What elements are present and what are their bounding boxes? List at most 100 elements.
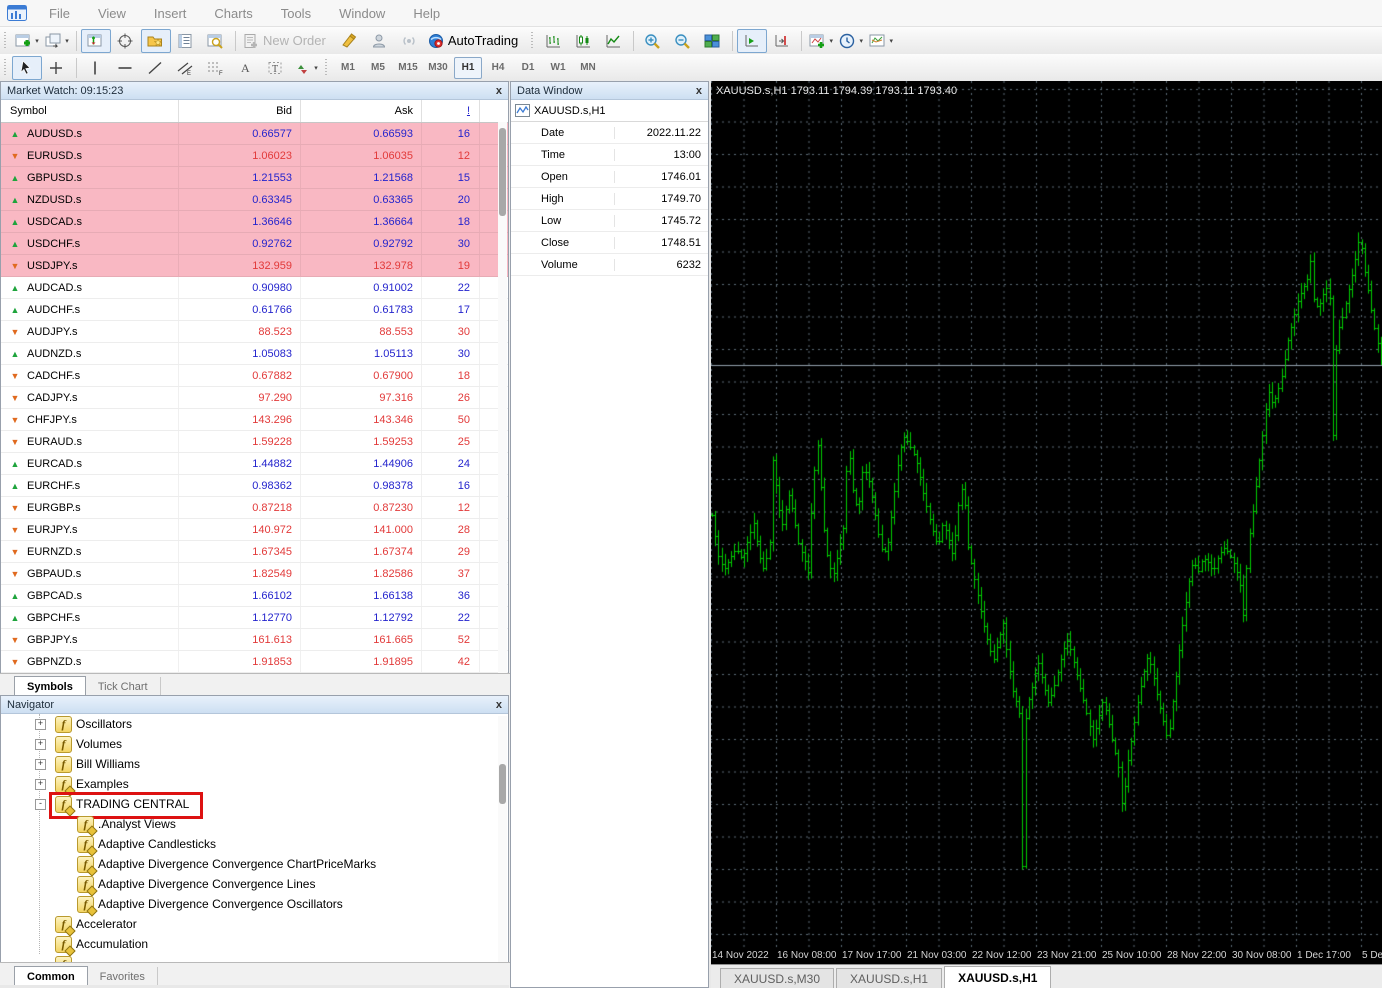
data-window-close-icon[interactable]: x xyxy=(696,85,702,97)
navigator-item[interactable]: +fExamples xyxy=(1,774,508,794)
chart-tab[interactable]: XAUUSD.s,H1 xyxy=(944,966,1051,988)
market-watch-row[interactable]: ▼CADJPY.s97.29097.31626 xyxy=(1,387,508,409)
profiles-button[interactable]: ▾ xyxy=(42,29,72,53)
market-watch-row[interactable]: ▼EURNZD.s1.673451.6737429 xyxy=(1,541,508,563)
navigator-item-label[interactable]: Adaptive Candlesticks xyxy=(98,837,216,851)
timeframe-h1-button[interactable]: H1 xyxy=(454,57,482,79)
new-order-button[interactable]: New Order xyxy=(240,29,335,53)
expand-icon[interactable]: + xyxy=(35,719,46,730)
navigator-item-label[interactable]: TRADING CENTRAL xyxy=(76,797,189,811)
navigator-close-icon[interactable]: x xyxy=(496,699,502,711)
tab-common[interactable]: Common xyxy=(14,966,88,987)
navigator-item-label[interactable]: Bill Williams xyxy=(76,757,140,771)
trendline-button[interactable] xyxy=(141,56,171,80)
chart-tab[interactable]: XAUUSD.s,M30 xyxy=(720,968,834,988)
dropdown-caret-icon[interactable]: ▾ xyxy=(65,37,69,45)
market-watch-row[interactable]: ▲GBPCHF.s1.127701.1279222 xyxy=(1,607,508,629)
vertical-line-button[interactable] xyxy=(81,56,111,80)
options-button[interactable] xyxy=(365,29,395,53)
tab-favorites[interactable]: Favorites xyxy=(88,967,158,986)
market-watch-row[interactable]: ▲AUDCHF.s0.617660.6178317 xyxy=(1,299,508,321)
text-label-button[interactable]: T xyxy=(261,56,291,80)
navigator-item[interactable]: f.Analyst Views xyxy=(1,814,508,834)
navigator-item[interactable]: +fOscillators xyxy=(1,714,508,734)
toolbar-grip[interactable] xyxy=(531,32,536,50)
autotrading-button[interactable]: AutoTrading xyxy=(425,29,527,53)
navigator-item[interactable]: +fBill Williams xyxy=(1,754,508,774)
market-watch-row[interactable]: ▼EURJPY.s140.972141.00028 xyxy=(1,519,508,541)
crosshair-button[interactable] xyxy=(42,56,72,80)
market-watch-row[interactable]: ▲AUDUSD.s0.665770.6659316 xyxy=(1,123,508,145)
menu-file[interactable]: File xyxy=(35,6,84,21)
dropdown-caret-icon[interactable]: ▾ xyxy=(859,37,863,45)
menu-tools[interactable]: Tools xyxy=(267,6,325,21)
timeframe-mn-button[interactable]: MN xyxy=(574,57,602,79)
navigator-scrollbar[interactable] xyxy=(498,716,507,962)
timeframe-m30-button[interactable]: M30 xyxy=(424,57,452,79)
chart-tab[interactable]: XAUUSD.s,H1 xyxy=(836,968,942,988)
column-header-ask[interactable]: Ask xyxy=(301,100,422,122)
new-chart-button[interactable]: ▾ xyxy=(12,29,42,53)
market-watch-row[interactable]: ▼EURAUD.s1.592281.5925325 xyxy=(1,431,508,453)
market-watch-scrollbar[interactable] xyxy=(498,122,507,674)
text-button[interactable]: A xyxy=(231,56,261,80)
new-order-label[interactable]: New Order xyxy=(263,33,326,48)
market-watch-row[interactable]: ▲USDCAD.s1.366461.3666418 xyxy=(1,211,508,233)
navigator-item[interactable]: fAccelerator xyxy=(1,914,508,934)
auto-scroll-button[interactable] xyxy=(737,29,767,53)
toolbar-grip[interactable] xyxy=(4,32,9,50)
navigator-item-label[interactable]: Examples xyxy=(76,777,129,791)
timeframe-d1-button[interactable]: D1 xyxy=(514,57,542,79)
timeframe-h4-button[interactable]: H4 xyxy=(484,57,512,79)
navigator-item[interactable]: fAdaptive Divergence Convergence ChartPr… xyxy=(1,854,508,874)
market-watch-row[interactable]: ▲NZDUSD.s0.633450.6336520 xyxy=(1,189,508,211)
market-watch-row[interactable]: ▲EURCAD.s1.448821.4490624 xyxy=(1,453,508,475)
menu-help[interactable]: Help xyxy=(399,6,454,21)
market-watch-row[interactable]: ▲AUDNZD.s1.050831.0511330 xyxy=(1,343,508,365)
navigator-item[interactable]: -fTRADING CENTRAL xyxy=(1,794,508,814)
market-watch-row[interactable]: ▲USDCHF.s0.927620.9279230 xyxy=(1,233,508,255)
expand-icon[interactable]: + xyxy=(35,759,46,770)
metaeditor-button[interactable] xyxy=(335,29,365,53)
market-watch-row[interactable]: ▲EURCHF.s0.983620.9837816 xyxy=(1,475,508,497)
market-watch-toggle-button[interactable] xyxy=(141,29,171,53)
dropdown-caret-icon[interactable]: ▾ xyxy=(35,37,39,45)
market-watch-row[interactable]: ▲GBPUSD.s1.215531.2156815 xyxy=(1,167,508,189)
timeframe-m1-button[interactable]: M1 xyxy=(334,57,362,79)
market-watch-row[interactable]: ▲AUDCAD.s0.909800.9100222 xyxy=(1,277,508,299)
timeframe-m5-button[interactable]: M5 xyxy=(364,57,392,79)
chart-window[interactable]: XAUUSD.s,H1 1793.11 1794.39 1793.11 1793… xyxy=(710,81,1382,988)
chart-shift-end-button[interactable] xyxy=(767,29,797,53)
market-watch-row[interactable]: ▼CHFJPY.s143.296143.34650 xyxy=(1,409,508,431)
navigator-item-partial[interactable]: f xyxy=(1,954,508,962)
zoom-out-button[interactable] xyxy=(668,29,698,53)
bar-chart-mode-button[interactable] xyxy=(539,29,569,53)
expand-icon[interactable]: + xyxy=(35,739,46,750)
navigator-item[interactable]: +fVolumes xyxy=(1,734,508,754)
dropdown-caret-icon[interactable]: ▾ xyxy=(314,64,318,72)
column-header-symbol[interactable]: Symbol xyxy=(1,100,179,122)
collapse-icon[interactable]: - xyxy=(35,799,46,810)
chart-time-axis[interactable]: 14 Nov 202216 Nov 08:0017 Nov 17:0021 No… xyxy=(710,948,1382,964)
sounds-button[interactable] xyxy=(395,29,425,53)
market-watch-row[interactable]: ▼EURUSD.s1.060231.0603512 xyxy=(1,145,508,167)
market-watch-row[interactable]: ▼CADCHF.s0.678820.6790018 xyxy=(1,365,508,387)
market-watch-row[interactable]: ▼GBPJPY.s161.613161.66552 xyxy=(1,629,508,651)
tile-windows-button[interactable] xyxy=(698,29,728,53)
navigator-item-label[interactable]: .Analyst Views xyxy=(98,817,176,831)
navigator-item[interactable]: fAdaptive Divergence Convergence Lines xyxy=(1,874,508,894)
cursor-button[interactable] xyxy=(12,56,42,80)
crosshair-target-button[interactable] xyxy=(111,29,141,53)
price-chart-canvas[interactable] xyxy=(710,81,1382,948)
equidistant-channel-button[interactable]: E xyxy=(171,56,201,80)
menu-view[interactable]: View xyxy=(84,6,140,21)
navigator-item-label[interactable]: Volumes xyxy=(76,737,122,751)
arrows-button[interactable]: ▾ xyxy=(291,56,321,80)
navigator-item-label[interactable]: Oscillators xyxy=(76,717,132,731)
navigator-item-label[interactable]: Adaptive Divergence Convergence ChartPri… xyxy=(98,857,376,871)
navigator-item-label[interactable]: Accumulation xyxy=(76,937,148,951)
data-window-toggle-button[interactable] xyxy=(171,29,201,53)
navigator-item-label[interactable]: Adaptive Divergence Convergence Oscillat… xyxy=(98,897,343,911)
tab-tick-chart[interactable]: Tick Chart xyxy=(86,677,161,696)
market-watch-row[interactable]: ▼AUDJPY.s88.52388.55330 xyxy=(1,321,508,343)
